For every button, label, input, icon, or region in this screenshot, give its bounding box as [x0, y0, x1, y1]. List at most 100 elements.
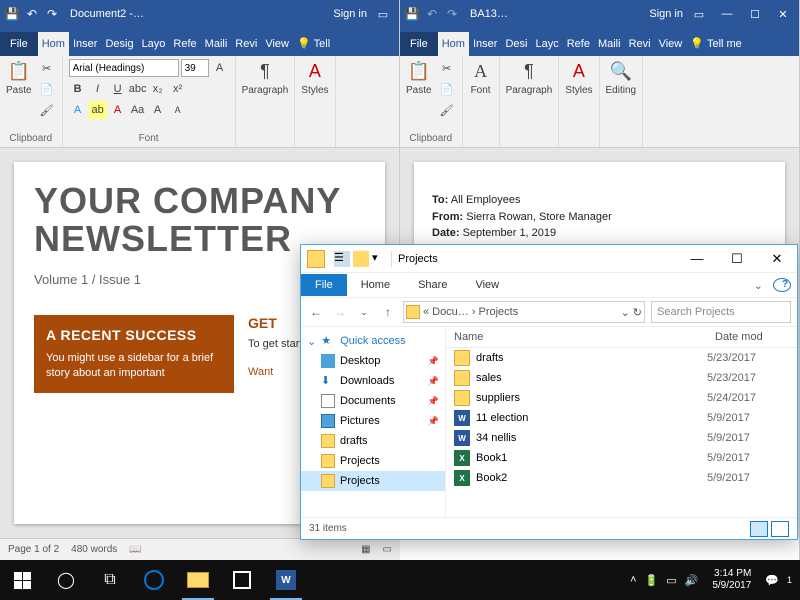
up-button[interactable]: ↑	[379, 305, 397, 319]
tab-mailings[interactable]: Maili	[201, 32, 232, 56]
page-indicator[interactable]: Page 1 of 2	[8, 544, 59, 555]
font-color-icon[interactable]: A	[109, 101, 127, 119]
help-icon[interactable]: ?	[773, 278, 791, 292]
tab-file[interactable]: File	[400, 32, 438, 56]
editing-button[interactable]: 🔍Editing	[606, 59, 637, 96]
file-row[interactable]: sales5/23/2017	[446, 368, 797, 388]
undo-icon[interactable]: ↶	[424, 6, 440, 22]
font-button[interactable]: AFont	[469, 59, 493, 96]
maximize-button[interactable]: ☐	[717, 251, 757, 267]
customize-qat-icon[interactable]: ▾	[372, 251, 388, 267]
tab-insert[interactable]: Inser	[469, 32, 501, 56]
action-center-icon[interactable]: 💬	[765, 574, 779, 587]
paste-button[interactable]: 📋Paste	[406, 59, 432, 96]
cut-icon[interactable]: ✂	[38, 59, 56, 77]
tab-mailings[interactable]: Maili	[594, 32, 625, 56]
spellcheck-icon[interactable]: 📖	[129, 544, 141, 555]
highlight-icon[interactable]: ab	[89, 101, 107, 119]
paste-button[interactable]: 📋Paste	[6, 59, 32, 96]
tab-layout[interactable]: Layo	[138, 32, 170, 56]
tab-review[interactable]: Revi	[231, 32, 261, 56]
tab-references[interactable]: Refe	[563, 32, 594, 56]
cut-icon[interactable]: ✂	[438, 59, 456, 77]
change-case-icon[interactable]: Aa	[129, 101, 147, 119]
network-icon[interactable]: ▭	[666, 574, 676, 587]
italic-button[interactable]: I	[89, 80, 107, 98]
superscript-button[interactable]: x²	[169, 80, 187, 98]
minimize-icon[interactable]: —	[715, 8, 739, 20]
tray-overflow-icon[interactable]: ˄	[630, 574, 636, 586]
shrink-font-icon[interactable]: A	[169, 101, 187, 119]
undo-icon[interactable]: ↶	[24, 6, 40, 22]
redo-icon[interactable]: ↷	[444, 6, 460, 22]
new-folder-icon[interactable]	[353, 251, 369, 267]
nav-quick-access[interactable]: ⌄★Quick access	[301, 331, 445, 351]
file-row[interactable]: XBook25/9/2017	[446, 468, 797, 488]
cortana-button[interactable]: ◯	[44, 560, 88, 600]
nav-pictures[interactable]: Pictures📌	[301, 411, 445, 431]
tab-layout[interactable]: Layc	[531, 32, 562, 56]
maximize-icon[interactable]: ☐	[743, 8, 767, 21]
tab-view[interactable]: View	[261, 32, 293, 56]
tab-share[interactable]: Share	[404, 274, 461, 296]
tab-home[interactable]: Hom	[38, 32, 69, 56]
tab-file[interactable]: File	[301, 274, 347, 296]
styles-button[interactable]: AStyles	[301, 59, 328, 96]
file-row[interactable]: suppliers5/24/2017	[446, 388, 797, 408]
tab-references[interactable]: Refe	[169, 32, 200, 56]
start-button[interactable]	[0, 560, 44, 600]
subscript-button[interactable]: x₂	[149, 80, 167, 98]
details-view-icon[interactable]	[750, 521, 768, 537]
explorer-title-bar[interactable]: ☰ ▾ Projects — ☐ ✕	[301, 245, 797, 273]
paragraph-button[interactable]: ¶Paragraph	[242, 59, 289, 96]
nav-downloads[interactable]: ⬇Downloads📌	[301, 371, 445, 391]
paragraph-button[interactable]: ¶Paragraph	[506, 59, 553, 96]
nav-drafts[interactable]: drafts	[301, 431, 445, 451]
tell-me[interactable]: 💡Tell	[293, 31, 334, 56]
read-mode-icon[interactable]: ▭	[383, 544, 392, 555]
close-button[interactable]: ✕	[757, 251, 797, 267]
clock[interactable]: 3:14 PM 5/9/2017	[706, 568, 757, 592]
file-row[interactable]: XBook15/9/2017	[446, 448, 797, 468]
ribbon-options-icon[interactable]: ▭	[687, 8, 711, 21]
col-date[interactable]: Date mod	[707, 327, 797, 347]
tab-design[interactable]: Desi	[501, 32, 531, 56]
grow-font-icon[interactable]: A	[211, 59, 229, 77]
icons-view-icon[interactable]	[771, 521, 789, 537]
tab-review[interactable]: Revi	[625, 32, 655, 56]
forward-button[interactable]: →	[331, 305, 349, 319]
volume-icon[interactable]: 🔊	[685, 574, 699, 587]
recent-button[interactable]: ⌄	[355, 307, 373, 318]
save-icon[interactable]: 💾	[404, 6, 420, 22]
store-button[interactable]	[220, 560, 264, 600]
print-layout-icon[interactable]: ▦	[361, 544, 370, 555]
strike-button[interactable]: abc	[129, 80, 147, 98]
word-button[interactable]: W	[264, 560, 308, 600]
column-headers[interactable]: Name Date mod	[446, 327, 797, 348]
properties-icon[interactable]: ☰	[334, 251, 350, 267]
bold-button[interactable]: B	[69, 80, 87, 98]
tab-view[interactable]: View	[655, 32, 687, 56]
sign-in-link[interactable]: Sign in	[649, 8, 683, 20]
copy-icon[interactable]: 📄	[438, 80, 456, 98]
nav-desktop[interactable]: Desktop📌	[301, 351, 445, 371]
col-name[interactable]: Name	[446, 327, 707, 347]
format-painter-icon[interactable]: 🖌	[38, 101, 56, 119]
address-bar[interactable]: « Docu…› Projects ⌄↻	[403, 301, 645, 323]
search-input[interactable]: Search Projects	[651, 301, 791, 323]
ribbon-options-icon[interactable]: ▭	[371, 8, 395, 21]
tab-file[interactable]: File	[0, 32, 38, 56]
text-effects-icon[interactable]: A	[69, 101, 87, 119]
file-row[interactable]: W34 nellis5/9/2017	[446, 428, 797, 448]
styles-button[interactable]: AStyles	[565, 59, 592, 96]
sign-in-link[interactable]: Sign in	[333, 8, 367, 20]
font-name-input[interactable]	[69, 59, 179, 77]
edge-button[interactable]	[132, 560, 176, 600]
close-icon[interactable]: ✕	[771, 8, 795, 21]
back-button[interactable]: ←	[307, 305, 325, 319]
word-count[interactable]: 480 words	[71, 544, 117, 555]
font-size-input[interactable]	[181, 59, 209, 77]
grow-font2-icon[interactable]: A	[149, 101, 167, 119]
nav-projects[interactable]: Projects	[301, 451, 445, 471]
nav-projects-selected[interactable]: Projects	[301, 471, 445, 491]
